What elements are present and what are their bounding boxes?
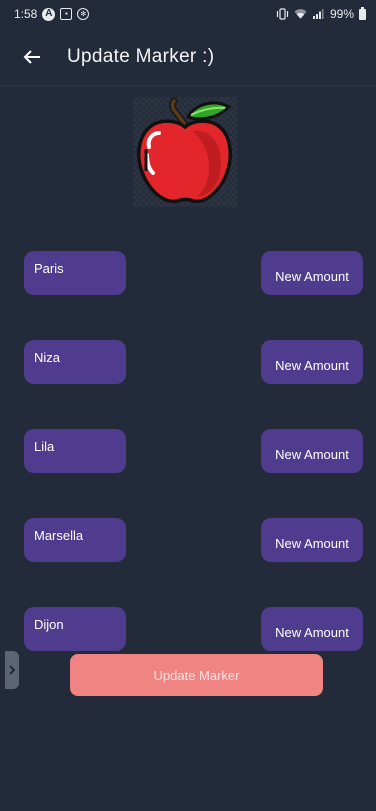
marker-name-chip[interactable]: Paris (24, 251, 126, 295)
marker-row: Niza New Amount (0, 340, 376, 386)
marker-row: Dijon New Amount (0, 607, 376, 653)
marker-row: Paris New Amount (0, 251, 376, 297)
marker-name-chip[interactable]: Dijon (24, 607, 126, 651)
battery-percent: 99% (329, 7, 354, 21)
new-amount-label: New Amount (275, 624, 349, 640)
new-amount-label: New Amount (275, 357, 349, 373)
update-marker-button[interactable]: Update Marker (70, 654, 323, 696)
marker-row: Marsella New Amount (0, 518, 376, 564)
new-amount-button[interactable]: New Amount (261, 607, 363, 651)
vibrate-icon (276, 8, 289, 21)
side-panel-handle[interactable] (5, 651, 19, 689)
auto-icon: A (42, 7, 56, 21)
wifi-icon (294, 8, 307, 21)
update-marker-label: Update Marker (153, 667, 240, 683)
battery-icon (359, 6, 366, 20)
marker-name-chip[interactable]: Lila (24, 429, 126, 473)
marker-image (133, 97, 237, 207)
app-bar: Update Marker :) (0, 28, 376, 86)
accessibility-icon: ✻ (77, 8, 90, 20)
apple-icon (137, 97, 232, 204)
status-right: 99% (276, 6, 366, 21)
marker-name-chip[interactable]: Marsella (24, 518, 126, 562)
new-amount-label: New Amount (275, 535, 349, 551)
arrow-left-icon[interactable] (20, 45, 44, 69)
status-bar: 1:58 A ▪ ✻ 99% (0, 0, 376, 28)
marker-name-chip[interactable]: Niza (24, 340, 126, 384)
new-amount-button[interactable]: New Amount (261, 251, 363, 295)
new-amount-label: New Amount (275, 268, 349, 284)
chevron-right-icon (9, 665, 16, 675)
gallery-icon: ▪ (60, 8, 73, 20)
new-amount-label: New Amount (275, 446, 349, 462)
page-title: Update Marker :) (67, 45, 215, 67)
status-left: 1:58 A ▪ ✻ (14, 7, 90, 21)
new-amount-button[interactable]: New Amount (261, 518, 363, 562)
new-amount-button[interactable]: New Amount (261, 340, 363, 384)
new-amount-button[interactable]: New Amount (261, 429, 363, 473)
signal-icon (312, 8, 325, 21)
status-time: 1:58 (14, 7, 38, 21)
marker-row: Lila New Amount (0, 429, 376, 475)
